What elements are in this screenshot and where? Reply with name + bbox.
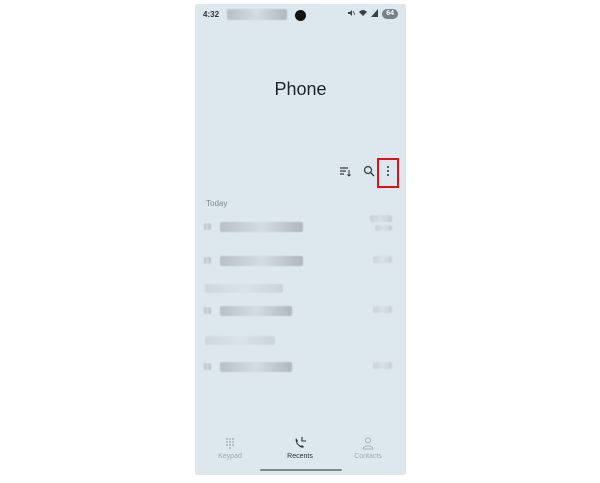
blurred-call-time: [375, 225, 392, 231]
blurred-notification-icons: [227, 9, 287, 20]
recent-call-row[interactable]: [195, 296, 406, 326]
keypad-icon: [223, 436, 237, 450]
blurred-caller-name: [220, 306, 292, 316]
nav-label-contacts: Contacts: [354, 453, 382, 460]
blurred-caller-name: [220, 222, 303, 232]
call-type-icon: [204, 223, 211, 230]
home-indicator[interactable]: [260, 469, 342, 471]
call-type-icon: [204, 307, 211, 314]
bottom-navigation: Keypad Recents Contacts: [195, 433, 406, 475]
nav-label-recents: Recents: [287, 453, 313, 460]
page: 4:32 64 Phone Today Keypad Recents Conta…: [0, 0, 600, 483]
nav-tab-keypad[interactable]: Keypad: [200, 433, 260, 471]
recent-call-row[interactable]: [195, 212, 406, 242]
contacts-icon: [361, 436, 375, 450]
nav-tab-contacts[interactable]: Contacts: [338, 433, 398, 471]
mute-icon: [347, 9, 356, 19]
sort-filter-button[interactable]: [333, 161, 357, 185]
recent-call-row[interactable]: [195, 352, 406, 382]
blurred-call-time: [370, 215, 392, 222]
blurred-call-time: [373, 256, 392, 263]
blurred-section-label: [205, 284, 283, 293]
front-camera: [295, 10, 306, 21]
more-options-button[interactable]: [377, 158, 399, 188]
nav-label-keypad: Keypad: [218, 453, 242, 460]
blurred-call-time: [373, 306, 392, 313]
wifi-icon: [359, 9, 368, 19]
signal-icon: [371, 9, 379, 19]
call-type-icon: [204, 257, 211, 264]
recents-icon: [293, 436, 307, 450]
blurred-call-time: [373, 362, 392, 369]
status-bar: 4:32 64: [195, 4, 406, 24]
nav-tab-recents[interactable]: Recents: [270, 433, 330, 471]
blurred-section-label: [205, 336, 275, 345]
section-label-today: Today: [206, 199, 228, 208]
recent-call-row[interactable]: [195, 246, 406, 276]
phone-screen: 4:32 64 Phone Today Keypad Recents Conta…: [195, 4, 406, 475]
sort-filter-icon: [339, 164, 351, 182]
battery-icon: 64: [382, 9, 398, 19]
search-icon: [363, 164, 375, 182]
page-title: Phone: [274, 79, 327, 99]
blurred-caller-name: [220, 256, 303, 266]
more-options-icon: [386, 164, 390, 182]
status-time: 4:32: [203, 10, 220, 19]
status-icons: 64: [347, 9, 398, 19]
call-type-icon: [204, 363, 211, 370]
recents-toolbar: [195, 158, 406, 189]
blurred-caller-name: [220, 362, 292, 372]
